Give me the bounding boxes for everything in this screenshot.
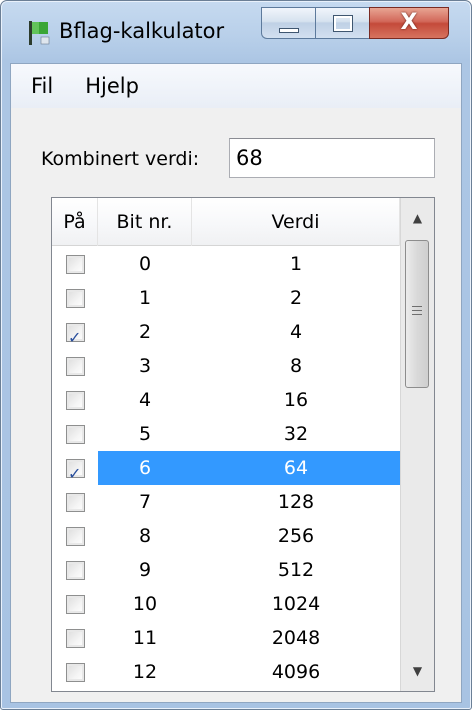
cell-on: ✓ xyxy=(52,655,98,689)
app-window: Bflag-kalkulator X Fil Hjelp Kombinert v… xyxy=(0,0,472,710)
table-row[interactable]: ✓ 12 4096 xyxy=(52,655,400,689)
menu-bar: Fil Hjelp xyxy=(11,64,461,108)
cell-value: 1 xyxy=(289,253,303,275)
row-checkbox[interactable]: ✓ xyxy=(66,663,85,682)
close-icon: X xyxy=(400,10,418,35)
cell-value: 512 xyxy=(277,559,315,581)
scroll-thumb[interactable] xyxy=(405,240,429,388)
table-row[interactable]: ✓ 10 1024 xyxy=(52,587,400,621)
cell-bit: 5 xyxy=(138,423,152,445)
cell-bit: 1 xyxy=(138,287,152,309)
cell-value: 64 xyxy=(192,451,400,485)
grip-icon xyxy=(412,306,422,318)
bit-grid: På Bit nr. Verdi ✓01✓12✓24✓38✓416✓532✓66… xyxy=(51,197,435,692)
table-row[interactable]: ✓ 8 256 xyxy=(52,519,400,553)
row-checkbox[interactable]: ✓ xyxy=(66,629,85,648)
cell-on: ✓ xyxy=(52,451,98,485)
combined-value-label: Kombinert verdi: xyxy=(41,148,200,170)
cell-bit: 3 xyxy=(138,355,152,377)
flag-app-icon xyxy=(29,21,50,45)
cell-on: ✓ xyxy=(52,519,98,553)
row-checkbox[interactable]: ✓ xyxy=(66,595,85,614)
cell-value: 4096 xyxy=(271,661,321,683)
cell-value: 32 xyxy=(283,423,309,445)
cell-value: 2048 xyxy=(271,627,321,649)
vertical-scrollbar[interactable]: ▲ ▼ xyxy=(400,198,434,691)
row-checkbox[interactable]: ✓ xyxy=(66,493,85,512)
minimize-icon xyxy=(279,28,299,33)
combined-value-input[interactable] xyxy=(229,138,435,178)
row-checkbox[interactable]: ✓ xyxy=(66,357,85,376)
cell-bit: 7 xyxy=(138,491,152,513)
cell-value: 256 xyxy=(277,525,315,547)
cell-on: ✓ xyxy=(52,553,98,587)
cell-on: ✓ xyxy=(52,417,98,451)
cell-on: ✓ xyxy=(52,587,98,621)
maximize-icon xyxy=(333,15,353,32)
cell-on: ✓ xyxy=(52,247,98,281)
cell-bit: 4 xyxy=(138,389,152,411)
title-bar[interactable]: Bflag-kalkulator X xyxy=(1,1,471,61)
scroll-up-arrow-icon[interactable]: ▲ xyxy=(401,198,434,238)
cell-bit: 2 xyxy=(138,321,152,343)
row-checkbox[interactable]: ✓ xyxy=(66,289,85,308)
window-title: Bflag-kalkulator xyxy=(59,19,225,43)
column-header-on[interactable]: På xyxy=(52,198,98,246)
cell-bit: 8 xyxy=(138,525,152,547)
cell-on: ✓ xyxy=(52,485,98,519)
scroll-down-arrow-icon[interactable]: ▼ xyxy=(401,651,434,691)
table-row[interactable]: ✓ 6 64 xyxy=(52,451,400,485)
cell-bit: 9 xyxy=(138,559,152,581)
cell-on: ✓ xyxy=(52,621,98,655)
cell-value: 16 xyxy=(283,389,309,411)
grid-header: På Bit nr. Verdi xyxy=(52,198,400,246)
table-row[interactable]: ✓ 0 1 xyxy=(52,247,400,281)
table-row[interactable]: ✓ 5 32 xyxy=(52,417,400,451)
cell-bit: 12 xyxy=(132,661,158,683)
cell-value: 8 xyxy=(289,355,303,377)
minimize-button[interactable] xyxy=(261,7,315,39)
menu-fil[interactable]: Fil xyxy=(11,64,69,108)
cell-bit: 6 xyxy=(98,451,192,485)
cell-value: 4 xyxy=(289,321,303,343)
table-row[interactable]: ✓ 11 2048 xyxy=(52,621,400,655)
row-checkbox[interactable]: ✓ xyxy=(66,561,85,580)
table-row[interactable]: ✓ 2 4 xyxy=(52,315,400,349)
client-area: Fil Hjelp Kombinert verdi: På Bit nr. Ve… xyxy=(10,63,462,703)
grid-rows: ✓01✓12✓24✓38✓416✓532✓664✓7128✓8256✓9512✓… xyxy=(52,247,400,689)
cell-on: ✓ xyxy=(52,383,98,417)
row-checkbox[interactable]: ✓ xyxy=(66,425,85,444)
table-row[interactable]: ✓ 4 16 xyxy=(52,383,400,417)
table-row[interactable]: ✓ 9 512 xyxy=(52,553,400,587)
table-row[interactable]: ✓ 1 2 xyxy=(52,281,400,315)
column-header-value[interactable]: Verdi xyxy=(192,198,400,246)
cell-on: ✓ xyxy=(52,315,98,349)
row-checkbox[interactable]: ✓ xyxy=(66,459,85,483)
row-checkbox[interactable]: ✓ xyxy=(66,527,85,546)
row-checkbox[interactable]: ✓ xyxy=(66,391,85,410)
cell-on: ✓ xyxy=(52,281,98,315)
table-row[interactable]: ✓ 3 8 xyxy=(52,349,400,383)
menu-hjelp[interactable]: Hjelp xyxy=(69,64,155,108)
cell-on: ✓ xyxy=(52,349,98,383)
table-row[interactable]: ✓ 7 128 xyxy=(52,485,400,519)
cell-value: 128 xyxy=(277,491,315,513)
cell-bit: 10 xyxy=(132,593,158,615)
row-checkbox[interactable]: ✓ xyxy=(66,323,85,347)
cell-value: 2 xyxy=(289,287,303,309)
row-checkbox[interactable]: ✓ xyxy=(66,255,85,274)
close-button[interactable]: X xyxy=(369,7,449,39)
maximize-button[interactable] xyxy=(315,7,369,39)
caption-buttons: X xyxy=(261,7,449,41)
cell-value: 1024 xyxy=(271,593,321,615)
cell-bit: 0 xyxy=(138,253,152,275)
cell-bit: 11 xyxy=(132,627,158,649)
column-header-bit[interactable]: Bit nr. xyxy=(98,198,192,246)
